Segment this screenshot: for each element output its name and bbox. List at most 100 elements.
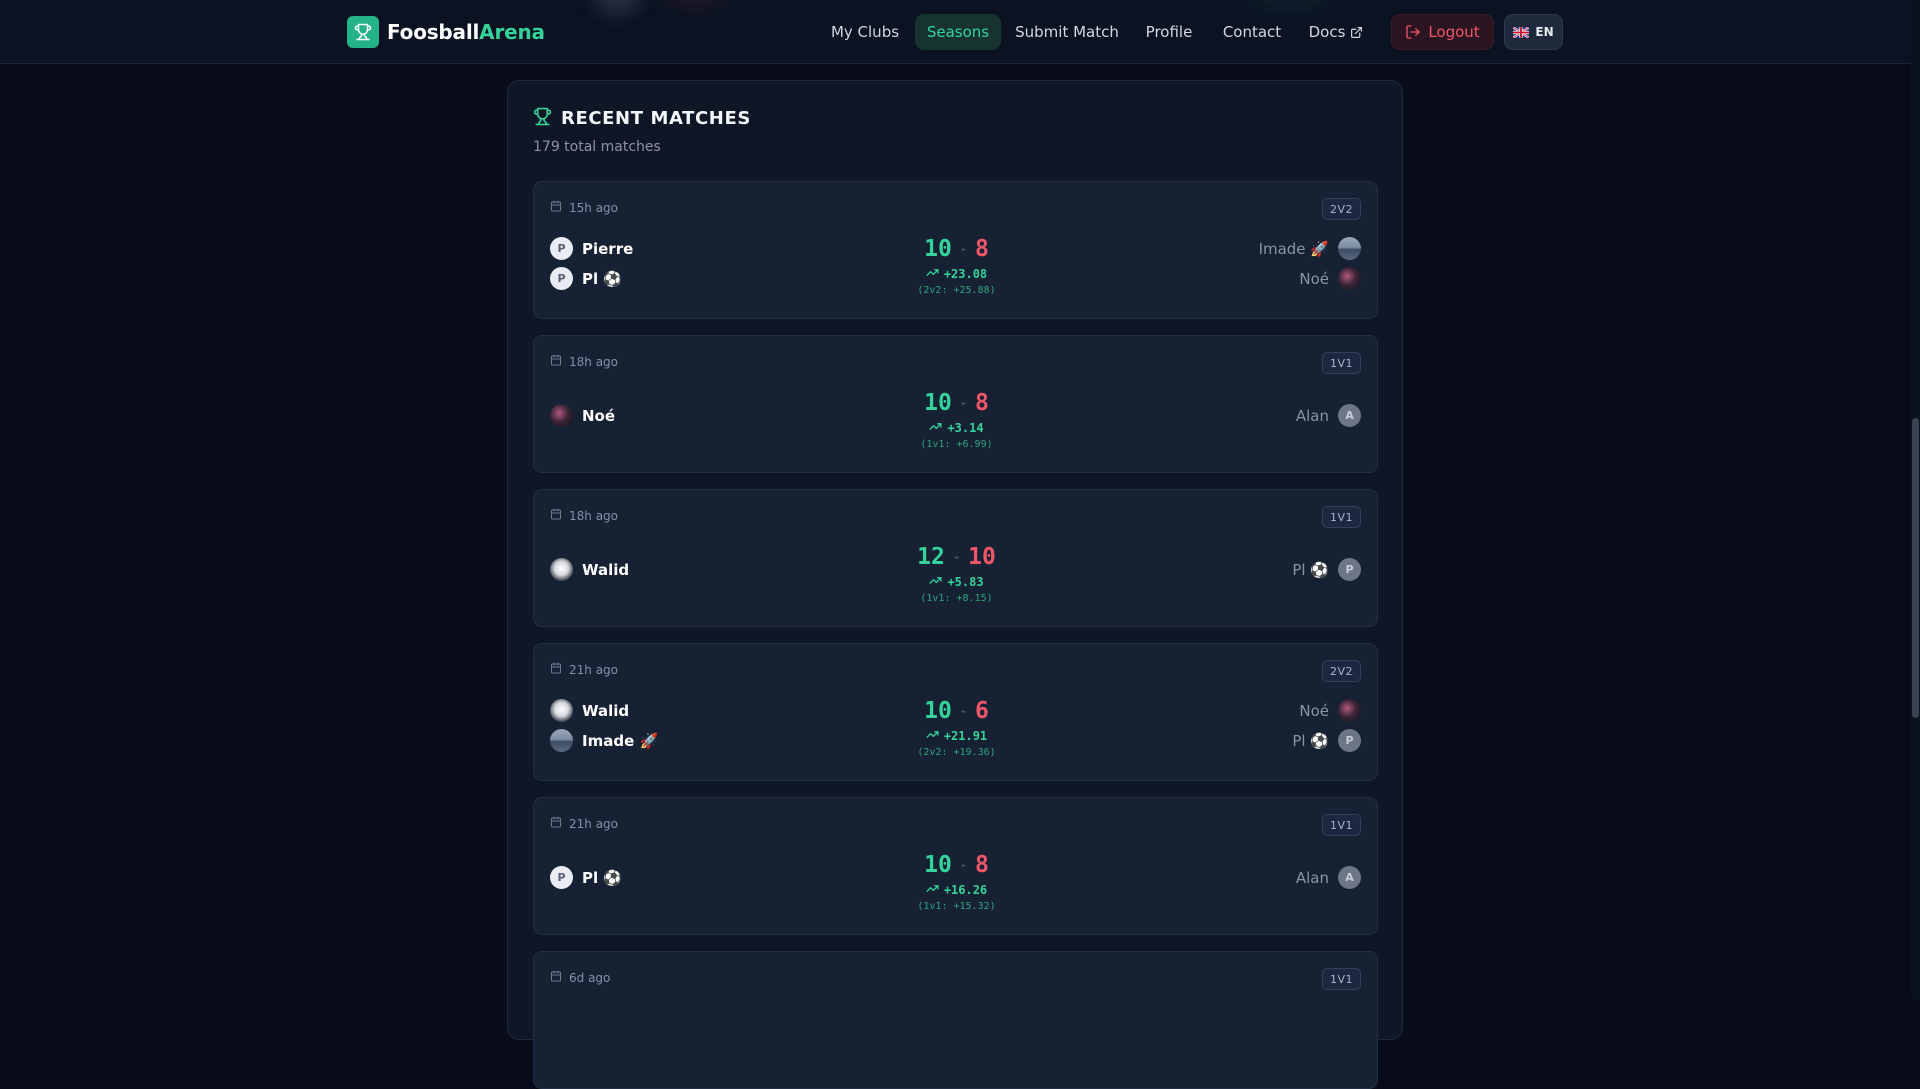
card-title: RECENT MATCHES xyxy=(561,108,751,129)
winner-score: 10 xyxy=(924,852,952,878)
score-line: 10 - 8 xyxy=(924,235,989,263)
elo-delta-value: +5.83 xyxy=(947,575,984,589)
background-glow xyxy=(660,0,730,8)
nav-seasons[interactable]: Seasons xyxy=(915,14,1001,50)
match-count: 179 total matches xyxy=(533,139,661,155)
nav-label: Seasons xyxy=(926,23,990,41)
nav-label: Profile xyxy=(1145,23,1193,41)
match-time-label: 21h ago xyxy=(569,816,619,831)
winner-score: 10 xyxy=(924,390,952,416)
trophy-logo-icon xyxy=(347,16,379,48)
match-time: 18h ago xyxy=(550,508,618,523)
brand-name-part1: Foosball xyxy=(387,20,480,44)
brand-name: FoosballArena xyxy=(387,20,545,44)
match-row[interactable]: 21h ago 1V1 P Pl ⚽ A Alan 10 - 8 +16.26 (1v1:… xyxy=(533,797,1378,935)
trending-up-icon xyxy=(926,266,944,282)
logout-button[interactable]: Logout xyxy=(1391,14,1494,50)
elo-delta-detail: (1v1: +8.15) xyxy=(920,593,993,604)
loser-score: 8 xyxy=(975,852,989,878)
match-mode-badge: 2V2 xyxy=(1321,660,1361,682)
nav-submit-match[interactable]: Submit Match xyxy=(1010,14,1124,50)
nav-label: My Clubs xyxy=(830,23,900,41)
winner-score: 10 xyxy=(924,698,952,724)
background-glow xyxy=(592,0,642,16)
nav-label: Submit Match xyxy=(1015,23,1119,41)
match-row[interactable]: 6d ago 1V1 xyxy=(533,951,1378,1089)
loser-score: 8 xyxy=(975,236,989,262)
match-time-label: 18h ago xyxy=(569,508,619,523)
match-score: 10 - 6 +21.91 (2v2: +19.36) xyxy=(534,697,1379,758)
recent-matches-card: RECENT MATCHES 179 total matches 15h ago… xyxy=(507,80,1403,1089)
match-time-label: 18h ago xyxy=(569,354,619,369)
match-time-label: 21h ago xyxy=(569,662,619,677)
calendar-icon xyxy=(550,200,569,215)
score-separator: - xyxy=(959,242,968,256)
nav-contact[interactable]: Contact xyxy=(1216,14,1288,50)
match-mode-badge: 2V2 xyxy=(1321,198,1361,220)
loser-score: 10 xyxy=(968,544,996,570)
score-line: 10 - 6 xyxy=(924,697,989,725)
page-scrollbar-thumb[interactable] xyxy=(1912,418,1919,718)
nav-label: Docs xyxy=(1308,23,1346,41)
calendar-icon xyxy=(550,508,569,523)
match-row[interactable]: 18h ago 1V1 Noé A Alan 10 - 8 +3.14 (1v1: +6… xyxy=(533,335,1378,473)
elo-delta-detail: (2v2: +25.88) xyxy=(917,285,996,296)
language-label: EN xyxy=(1535,25,1554,39)
elo-delta-value: +23.08 xyxy=(943,267,988,281)
top-navigation-bar: FoosballArena My Clubs Seasons Submit Ma… xyxy=(0,0,1920,64)
match-time: 21h ago xyxy=(550,662,618,677)
match-time: 18h ago xyxy=(550,354,618,369)
score-separator: - xyxy=(959,704,968,718)
calendar-icon xyxy=(550,354,569,369)
elo-delta-detail: (1v1: +6.99) xyxy=(920,439,993,450)
match-time-label: 6d ago xyxy=(569,970,611,985)
logout-label: Logout xyxy=(1428,23,1480,41)
background-glow xyxy=(1250,0,1330,10)
trending-up-icon xyxy=(926,882,944,898)
elo-delta-value: +21.91 xyxy=(943,729,988,743)
uk-flag-icon xyxy=(1513,26,1530,38)
language-switcher[interactable]: EN xyxy=(1504,14,1563,50)
match-mode-badge: 1V1 xyxy=(1321,506,1361,528)
match-score: 10 - 8 +3.14 (1v1: +6.99) xyxy=(534,389,1379,450)
match-score: 10 - 8 +23.08 (2v2: +25.88) xyxy=(534,235,1379,296)
elo-delta: +3.14 xyxy=(929,420,984,436)
winner-score: 12 xyxy=(917,544,945,570)
match-time: 15h ago xyxy=(550,200,618,215)
nav-profile[interactable]: Profile xyxy=(1135,14,1203,50)
match-row[interactable]: 18h ago 1V1 Walid P Pl ⚽ 12 - 10 +5.83 (1v1:… xyxy=(533,489,1378,627)
match-mode-badge: 1V1 xyxy=(1321,352,1361,374)
trending-up-icon xyxy=(926,728,944,744)
match-row[interactable]: 15h ago 2V2 P Pierre P Pl ⚽ Imade 🚀 Noé 10 - 8 … xyxy=(533,181,1378,319)
calendar-icon xyxy=(550,816,569,831)
logout-icon xyxy=(1406,25,1420,39)
score-line: 10 - 8 xyxy=(924,389,989,417)
elo-delta-value: +3.14 xyxy=(947,421,984,435)
loser-score: 8 xyxy=(975,390,989,416)
elo-delta: +16.26 xyxy=(926,882,987,898)
elo-delta: +21.91 xyxy=(926,728,987,744)
match-score: 10 - 8 +16.26 (1v1: +15.32) xyxy=(534,851,1379,912)
elo-delta: +5.83 xyxy=(929,574,984,590)
nav-docs[interactable]: Docs xyxy=(1302,14,1370,50)
match-score: 12 - 10 +5.83 (1v1: +8.15) xyxy=(534,543,1379,604)
match-row[interactable]: 21h ago 2V2 Walid Imade 🚀 Noé P Pl ⚽ 10 - 6 +2… xyxy=(533,643,1378,781)
nav-label: Contact xyxy=(1222,23,1282,41)
score-separator: - xyxy=(959,396,968,410)
score-line: 12 - 10 xyxy=(917,543,996,571)
trophy-icon xyxy=(533,107,552,130)
calendar-icon xyxy=(550,662,569,677)
loser-score: 6 xyxy=(975,698,989,724)
brand-link[interactable]: FoosballArena xyxy=(347,16,545,48)
match-mode-badge: 1V1 xyxy=(1321,968,1361,990)
score-separator: - xyxy=(952,550,961,564)
winner-score: 10 xyxy=(924,236,952,262)
calendar-icon xyxy=(550,970,569,985)
match-time-label: 15h ago xyxy=(569,200,619,215)
score-line: 10 - 8 xyxy=(924,851,989,879)
elo-delta-value: +16.26 xyxy=(943,883,988,897)
card-header: RECENT MATCHES xyxy=(533,107,751,130)
brand-name-part2: Arena xyxy=(479,20,545,44)
nav-my-clubs[interactable]: My Clubs xyxy=(823,14,907,50)
match-mode-badge: 1V1 xyxy=(1321,814,1361,836)
